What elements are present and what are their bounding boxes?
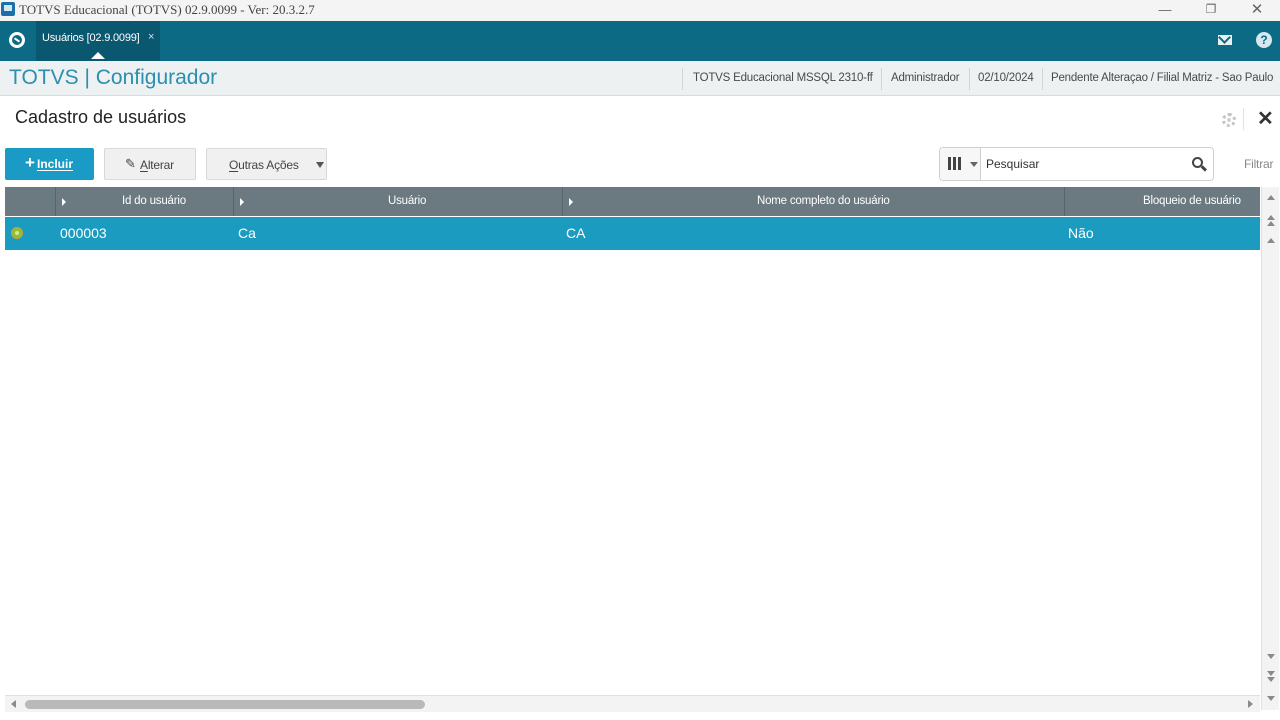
pencil-icon: ✎ [125,156,136,171]
outras-acoes-label: Outras Ações [229,158,299,172]
app-icon [1,2,15,16]
gear-icon[interactable] [1222,113,1236,127]
cell-nome: CA [566,225,586,241]
scroll-down-icon[interactable] [1267,654,1275,659]
column-header-bloqueio[interactable]: Bloqueio de usuário [1064,187,1260,216]
date-label[interactable]: 02/10/2024 [978,72,1034,84]
user-label[interactable]: Administrador [891,72,960,84]
scroll-up-icon[interactable] [1267,238,1275,243]
mail-icon[interactable] [1218,35,1232,45]
cell-usuario: Ca [238,225,256,241]
tab-label: Usuários [02.9.0099] [42,32,140,44]
module-title: TOTVS | Configurador [9,66,218,89]
chevron-down-icon [970,162,978,167]
help-icon[interactable]: ? [1256,32,1272,48]
home-icon [9,32,25,48]
tab-active-indicator [91,52,105,59]
horizontal-scroll-thumb[interactable] [25,700,425,709]
alterar-label: Alterar [140,158,174,172]
table-row[interactable]: 000003 Ca CA Não [5,217,1260,250]
incluir-button[interactable]: + Incluir [5,148,94,180]
title-divider [1243,108,1244,130]
scroll-page-up-icon[interactable] [1267,215,1275,220]
minimize-button[interactable]: — [1142,0,1188,21]
header-divider [969,68,970,90]
header-divider [881,68,882,90]
header-divider [682,68,683,90]
scroll-right-icon[interactable] [1248,700,1253,708]
column-header-usuario[interactable]: Usuário [233,187,563,216]
scroll-bottom-icon[interactable] [1267,696,1275,701]
app-window: TOTVS Educacional (TOTVS) 02.9.0099 - Ve… [0,0,1280,720]
app-header: TOTVS | Configurador TOTVS Educacional M… [0,61,1280,96]
scroll-page-down-icon[interactable] [1267,671,1275,676]
header-divider [1042,68,1043,90]
sort-arrow-icon [240,198,244,206]
cell-bloqueio: Não [1068,225,1094,241]
close-icon[interactable]: ✕ [1257,108,1274,130]
columns-selector-button[interactable] [940,148,981,180]
branch-label[interactable]: Pendente Alteraçao / Filial Matriz - Sao… [1051,72,1273,84]
chevron-down-icon [316,162,324,168]
horizontal-scrollbar[interactable] [5,695,1260,712]
legend-status-icon[interactable] [11,227,23,239]
outras-acoes-button[interactable]: Outras Ações [206,148,327,180]
column-header-nome[interactable]: Nome completo do usuário [562,187,1064,216]
search-box [939,147,1214,181]
scroll-left-icon[interactable] [11,700,16,708]
window-titlebar: TOTVS Educacional (TOTVS) 02.9.0099 - Ve… [0,0,1280,21]
search-input[interactable] [982,149,1182,179]
tab-close-icon[interactable]: × [148,31,154,43]
filter-link[interactable]: Filtrar [1244,157,1273,171]
sort-arrow-icon [62,198,66,206]
sort-arrow-icon [569,198,573,206]
grid-header: Id do usuário Usuário Nome completo do u… [5,187,1260,216]
tab-bar: Usuários [02.9.0099] × ? [0,21,1280,61]
cell-id: 000003 [60,225,107,241]
alterar-button[interactable]: ✎ Alterar [104,148,196,180]
plus-icon: + [25,153,35,172]
search-icon[interactable] [1192,157,1203,168]
scroll-top-icon[interactable] [1267,195,1275,200]
maximize-button[interactable]: ❐ [1188,0,1234,21]
tab-usuarios[interactable]: Usuários [02.9.0099] × [36,21,160,61]
column-header-id[interactable]: Id do usuário [55,187,233,216]
page-title: Cadastro de usuários [15,107,187,127]
window-close-button[interactable]: ✕ [1234,0,1280,21]
home-button[interactable] [0,21,34,61]
vertical-scrollbar[interactable] [1261,187,1279,710]
incluir-label: Incluir [37,157,74,171]
columns-icon [948,157,961,170]
environment-label[interactable]: TOTVS Educacional MSSQL 2310-ff [693,72,873,84]
window-title: TOTVS Educacional (TOTVS) 02.9.0099 - Ve… [19,2,315,17]
